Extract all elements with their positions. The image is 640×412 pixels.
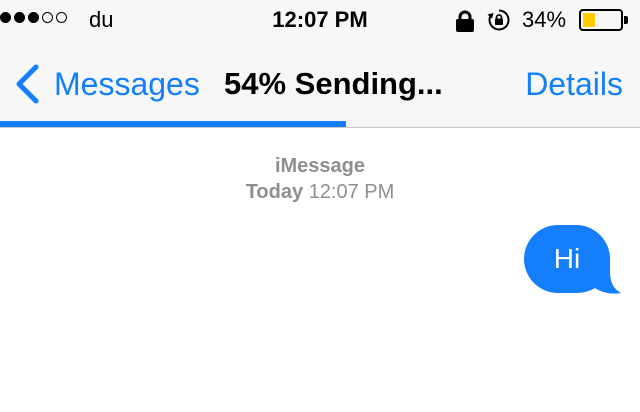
- back-button[interactable]: Messages: [14, 64, 200, 104]
- message-text: Hi: [553, 243, 581, 274]
- navigation-bar: Messages 54% Sending... Details: [0, 40, 640, 128]
- rotation-lock-icon: [487, 8, 511, 32]
- sending-status-title: 54% Sending...: [224, 66, 443, 101]
- status-bar: du 12:07 PM 34%: [0, 0, 640, 40]
- outgoing-message-bubble[interactable]: Hi: [524, 225, 622, 297]
- service-label: iMessage: [274, 155, 366, 177]
- message-timestamp: Today 12:07 PM: [0, 180, 640, 204]
- chevron-left-icon: [16, 64, 39, 104]
- lock-icon: [455, 10, 475, 32]
- timestamp-time: 12:07 PM: [308, 181, 395, 203]
- top-area: du 12:07 PM 34% Messages 54% Sending... …: [0, 0, 640, 128]
- timestamp-day: Today: [245, 181, 304, 203]
- battery-percent: 34%: [522, 7, 567, 32]
- battery-tip: [624, 16, 628, 24]
- back-button-label: Messages: [54, 66, 200, 102]
- details-button[interactable]: Details: [525, 64, 623, 104]
- conversation-view[interactable]: iMessage Today 12:07 PM Hi: [0, 128, 640, 412]
- battery-body: [579, 9, 623, 31]
- battery-icon: [579, 9, 629, 31]
- battery-level-fill: [583, 13, 596, 27]
